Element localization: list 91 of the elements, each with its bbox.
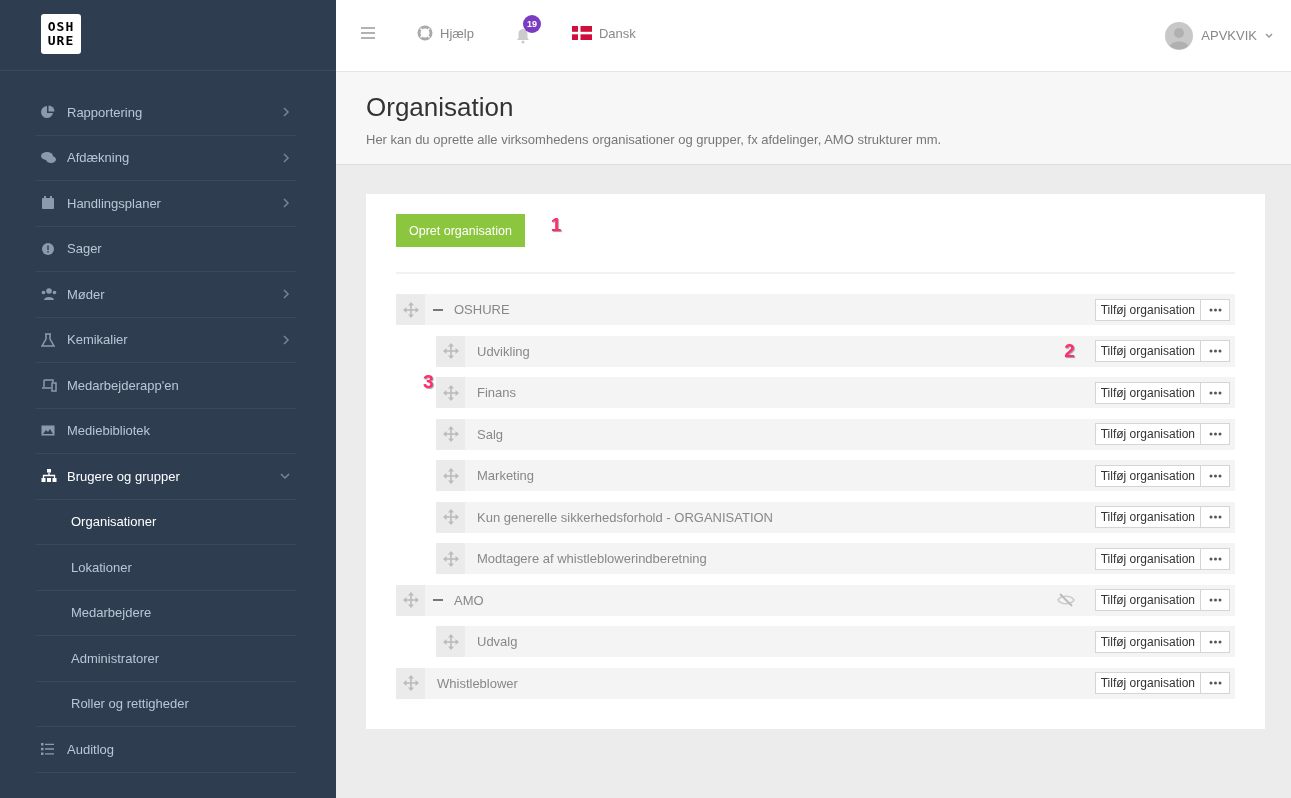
language-selector[interactable]: Dansk	[571, 25, 636, 41]
more-button[interactable]	[1201, 423, 1230, 445]
lifebuoy-icon	[417, 25, 433, 41]
more-icon	[1208, 515, 1222, 519]
nav-subitem[interactable]: Organisationer	[36, 499, 296, 545]
node-label: Modtagere af whistleblowerindberetning	[477, 551, 707, 566]
add-organisation-button[interactable]: Tilføj organisation	[1094, 340, 1201, 362]
node-label: Udvikling	[477, 343, 530, 359]
more-icon	[1208, 598, 1222, 602]
sitemap-icon	[41, 469, 57, 484]
tree-row[interactable]: Whistleblower Tilføj organisation	[396, 667, 1235, 699]
more-button[interactable]	[1201, 506, 1230, 528]
caret-icon	[1265, 32, 1273, 39]
more-button[interactable]	[1201, 630, 1230, 653]
node-label: Marketing	[477, 468, 535, 483]
notification-badge: 19	[522, 14, 541, 33]
pie-chart-icon	[41, 105, 57, 120]
image-icon	[41, 423, 57, 438]
node-label: AMO	[454, 592, 484, 608]
more-icon	[1208, 639, 1222, 644]
more-button[interactable]	[1201, 672, 1230, 694]
nav-item[interactable]: Sager	[36, 226, 296, 272]
calendar-icon	[41, 196, 57, 211]
add-organisation-button[interactable]: Tilføj organisation	[1094, 630, 1201, 653]
page-title: Organisation	[366, 92, 515, 123]
nav-subitem[interactable]: Medarbejdere	[36, 590, 296, 636]
logo[interactable]: OSH URE	[41, 14, 81, 54]
people-icon	[41, 287, 57, 302]
nav-subitem[interactable]: Roller og rettigheder	[36, 681, 296, 727]
tree-row[interactable]: Kun generelle sikkerhedsforhold - ORGANISATION Tilføj organisation	[436, 501, 1235, 533]
more-button[interactable]	[1201, 547, 1230, 570]
add-organisation-button[interactable]: Tilføj organisation	[1094, 464, 1201, 487]
nav-item[interactable]: Rapportering	[36, 90, 296, 136]
nav-item[interactable]: Brugere og grupper	[36, 454, 296, 500]
list-icon	[41, 742, 57, 757]
tree-row[interactable]: OSHURE Tilføj organisation	[396, 294, 1235, 325]
node-label: Kun generelle sikkerhedsforhold - ORGANISATION	[477, 509, 773, 525]
more-icon	[1208, 349, 1222, 353]
add-organisation-button[interactable]: Tilføj organisation	[1094, 589, 1201, 611]
more-button[interactable]	[1201, 298, 1230, 321]
more-button[interactable]	[1201, 464, 1230, 487]
tree-row[interactable]: Salg Tilføj organisation	[436, 418, 1235, 450]
page-subtitle: Her kan du oprette alle virksomhedens organisationer og grupper, fx afdelinger, AMO strukturer mm.	[366, 132, 943, 147]
more-icon	[1208, 307, 1222, 312]
bell-icon[interactable]	[515, 27, 530, 44]
more-icon	[1208, 556, 1222, 561]
flag-icon	[571, 26, 592, 40]
tree-row[interactable]: Modtagere af whistleblowerindberetning Tilføj organisation	[436, 543, 1235, 574]
flask-icon	[41, 332, 57, 347]
more-icon	[1208, 390, 1222, 395]
node-label: Salg	[477, 426, 504, 442]
more-icon	[1208, 432, 1222, 436]
node-label: OSHURE	[454, 302, 510, 317]
nav-subitem[interactable]: Administratorer	[36, 636, 296, 682]
annotation-number: 2	[1064, 340, 1075, 362]
menu-icon[interactable]	[361, 27, 375, 39]
nav-item[interactable]: Møder	[36, 272, 296, 318]
nav-item[interactable]: Kemikalier	[36, 317, 296, 363]
annotation-number: 1	[550, 214, 562, 236]
add-organisation-button[interactable]: Tilføj organisation	[1094, 672, 1201, 694]
nav-subitem[interactable]: Lokationer	[36, 545, 296, 591]
devices-icon	[41, 378, 57, 393]
nav-item[interactable]: Afdækning	[36, 135, 296, 181]
more-button[interactable]	[1201, 381, 1230, 404]
nav-item[interactable]: Auditlog	[36, 727, 296, 773]
node-label: Finans	[477, 385, 517, 400]
tree-row[interactable]: Udvikling 2 Tilføj organisation	[436, 335, 1235, 367]
avatar-icon	[1165, 21, 1194, 50]
alert-icon	[41, 241, 57, 256]
add-organisation-button[interactable]: Tilføj organisation	[1094, 506, 1201, 528]
add-organisation-button[interactable]: Tilføj organisation	[1094, 547, 1201, 570]
more-icon	[1208, 473, 1222, 478]
more-button[interactable]	[1201, 589, 1230, 611]
add-organisation-button[interactable]: Tilføj organisation	[1094, 298, 1201, 321]
more-button[interactable]	[1201, 340, 1230, 362]
nav-item[interactable]: Handlingsplaner	[36, 181, 296, 227]
chat-icon	[41, 150, 57, 165]
node-label: Udvalg	[477, 634, 518, 649]
add-organisation-button[interactable]: Tilføj organisation	[1094, 381, 1201, 404]
tree-row[interactable]: Udvalg Tilføj organisation	[436, 626, 1235, 657]
annotation-number: 3	[423, 371, 434, 393]
tree-row[interactable]: AMO Tilføj organisation	[396, 584, 1235, 616]
tree-row[interactable]: Marketing Tilføj organisation	[436, 460, 1235, 491]
node-label: Whistleblower	[437, 675, 518, 691]
nav-item[interactable]: Mediebibliotek	[36, 408, 296, 454]
user-menu[interactable]: APVKVIK	[1165, 21, 1273, 50]
help-link[interactable]: Hjælp	[417, 25, 474, 41]
add-organisation-button[interactable]: Tilføj organisation	[1094, 423, 1201, 445]
nav-item[interactable]: Medarbejderapp'en	[36, 363, 296, 409]
collapse-icon[interactable]	[433, 308, 443, 311]
more-icon	[1208, 681, 1222, 685]
